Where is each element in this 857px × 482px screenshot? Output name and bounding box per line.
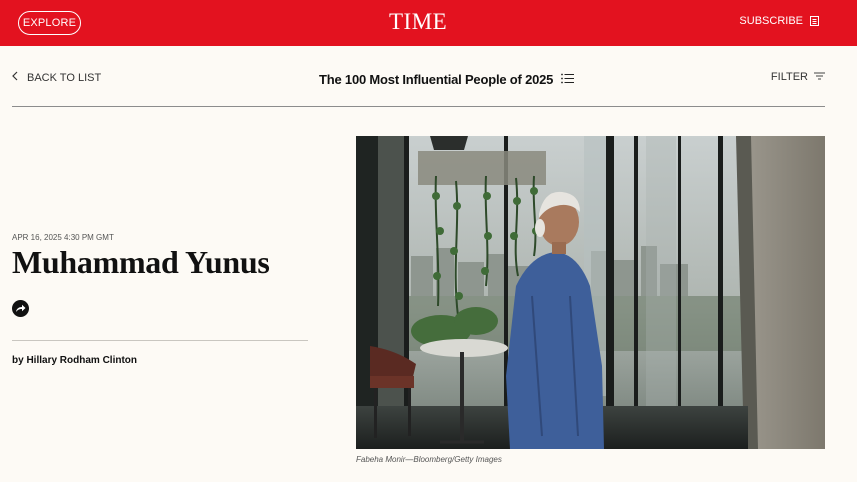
filter-button[interactable]: FILTER: [771, 71, 825, 83]
byline: by Hillary Rodham Clinton: [12, 355, 137, 366]
explore-label: EXPLORE: [22, 17, 77, 29]
list-title: The 100 Most Influential People of 2025: [319, 72, 554, 87]
subscribe-icon: [810, 16, 819, 26]
list-subnav: BACK TO LIST The 100 Most Influential Pe…: [12, 62, 825, 107]
top-bar: EXPLORE TIME SUBSCRIBE: [0, 0, 857, 46]
dateline: APR 16, 2025 4:30 PM GMT: [12, 233, 114, 242]
portrait-photo: [356, 136, 825, 449]
back-to-list-link[interactable]: BACK TO LIST: [12, 71, 101, 84]
subscribe-button[interactable]: SUBSCRIBE: [739, 15, 819, 27]
filter-icon: [814, 71, 825, 83]
byline-text: by Hillary Rodham Clinton: [12, 355, 138, 366]
header-divider: [12, 340, 308, 341]
share-button[interactable]: [12, 300, 29, 317]
share-icon: [15, 300, 26, 318]
back-label: BACK TO LIST: [27, 71, 102, 84]
explore-button[interactable]: EXPLORE: [18, 11, 81, 35]
subscribe-label: SUBSCRIBE: [739, 15, 803, 27]
list-icon: [561, 72, 575, 87]
photo-credit: Fabeha Monir—Bloomberg/Getty Images: [356, 455, 502, 464]
person-name: Muhammad Yunus: [12, 244, 270, 280]
photo-image: [356, 136, 825, 449]
chevron-left-icon: [12, 71, 18, 84]
time-logo[interactable]: TIME: [389, 9, 447, 35]
list-title-button[interactable]: The 100 Most Influential People of 2025: [319, 72, 575, 87]
filter-label: FILTER: [770, 71, 808, 83]
